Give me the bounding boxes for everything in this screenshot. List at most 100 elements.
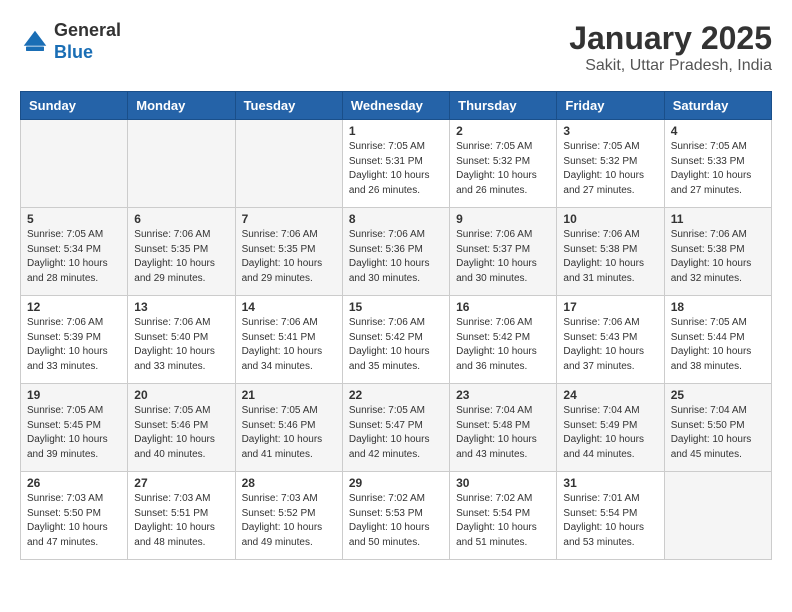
calendar-cell: 7 Sunrise: 7:06 AM Sunset: 5:35 PM Daylig… [235,208,342,296]
day-number: 31 [563,476,657,490]
day-info: Sunrise: 7:01 AM Sunset: 5:54 PM Dayligh… [563,492,657,550]
calendar-cell: 25Sunrise: 7:04 AM Sunset: 5:50 PM Dayli… [664,384,771,472]
day-info: Sunrise: 7:02 AM Sunset: 5:53 PM Dayligh… [349,492,443,550]
day-number: 1 [349,124,443,138]
calendar-body: 1Sunrise: 7:05 AM Sunset: 5:31 PM Daylig… [21,120,772,560]
calendar-cell [21,120,128,208]
calendar-cell: 28 Sunrise: 7:03 AM Sunset: 5:52 PM Dayli… [235,472,342,560]
day-number: 8 [349,212,443,226]
calendar-cell: 26 Sunrise: 7:03 AM Sunset: 5:50 PM Dayli… [21,472,128,560]
day-number: 10 [563,212,657,226]
calendar-cell: 31 Sunrise: 7:01 AM Sunset: 5:54 PM Dayli… [557,472,664,560]
day-info: Sunrise: 7:06 AM Sunset: 5:36 PM Dayligh… [349,228,443,286]
calendar-cell: 22 Sunrise: 7:05 AM Sunset: 5:47 PM Dayli… [342,384,449,472]
day-number: 13 [134,300,228,314]
day-info: Sunrise: 7:05 AM Sunset: 5:32 PM Dayligh… [456,140,550,198]
weekday-header: Tuesday [235,92,342,120]
calendar-cell: 20Sunrise: 7:05 AM Sunset: 5:46 PM Dayli… [128,384,235,472]
day-number: 25 [671,388,765,402]
day-info: Sunrise: 7:05 AM Sunset: 5:33 PM Dayligh… [671,140,765,198]
calendar-cell: 15 Sunrise: 7:06 AM Sunset: 5:42 PM Dayli… [342,296,449,384]
day-info: Sunrise: 7:05 AM Sunset: 5:34 PM Dayligh… [27,228,121,286]
calendar-cell [235,120,342,208]
weekday-header-row: SundayMondayTuesdayWednesdayThursdayFrid… [21,92,772,120]
day-info: Sunrise: 7:04 AM Sunset: 5:49 PM Dayligh… [563,404,657,462]
day-number: 21 [242,388,336,402]
calendar-cell: 30Sunrise: 7:02 AM Sunset: 5:54 PM Dayli… [450,472,557,560]
calendar-cell: 19Sunrise: 7:05 AM Sunset: 5:45 PM Dayli… [21,384,128,472]
day-number: 14 [242,300,336,314]
day-number: 15 [349,300,443,314]
day-info: Sunrise: 7:06 AM Sunset: 5:42 PM Dayligh… [349,316,443,374]
day-number: 11 [671,212,765,226]
calendar-cell: 9Sunrise: 7:06 AM Sunset: 5:37 PM Daylig… [450,208,557,296]
day-info: Sunrise: 7:06 AM Sunset: 5:37 PM Dayligh… [456,228,550,286]
weekday-header: Sunday [21,92,128,120]
day-number: 3 [563,124,657,138]
logo: General Blue [20,20,121,63]
day-info: Sunrise: 7:06 AM Sunset: 5:35 PM Dayligh… [242,228,336,286]
page-header: General Blue January 2025 Sakit, Uttar P… [20,20,772,75]
calendar-cell: 12Sunrise: 7:06 AM Sunset: 5:39 PM Dayli… [21,296,128,384]
calendar-cell: 5 Sunrise: 7:05 AM Sunset: 5:34 PM Daylig… [21,208,128,296]
day-info: Sunrise: 7:05 AM Sunset: 5:47 PM Dayligh… [349,404,443,462]
day-number: 23 [456,388,550,402]
day-number: 16 [456,300,550,314]
day-info: Sunrise: 7:02 AM Sunset: 5:54 PM Dayligh… [456,492,550,550]
calendar-cell: 27Sunrise: 7:03 AM Sunset: 5:51 PM Dayli… [128,472,235,560]
calendar-cell: 11 Sunrise: 7:06 AM Sunset: 5:38 PM Dayli… [664,208,771,296]
day-info: Sunrise: 7:06 AM Sunset: 5:38 PM Dayligh… [671,228,765,286]
calendar-week-row: 1Sunrise: 7:05 AM Sunset: 5:31 PM Daylig… [21,120,772,208]
weekday-header: Saturday [664,92,771,120]
calendar-cell: 13 Sunrise: 7:06 AM Sunset: 5:40 PM Dayli… [128,296,235,384]
day-info: Sunrise: 7:05 AM Sunset: 5:44 PM Dayligh… [671,316,765,374]
calendar-cell: 8 Sunrise: 7:06 AM Sunset: 5:36 PM Daylig… [342,208,449,296]
calendar-table: SundayMondayTuesdayWednesdayThursdayFrid… [20,91,772,560]
calendar-cell: 29 Sunrise: 7:02 AM Sunset: 5:53 PM Dayli… [342,472,449,560]
logo-blue: Blue [54,42,121,64]
day-number: 28 [242,476,336,490]
day-info: Sunrise: 7:06 AM Sunset: 5:35 PM Dayligh… [134,228,228,286]
day-info: Sunrise: 7:05 AM Sunset: 5:46 PM Dayligh… [242,404,336,462]
weekday-header: Friday [557,92,664,120]
calendar-cell: 16 Sunrise: 7:06 AM Sunset: 5:42 PM Dayli… [450,296,557,384]
day-number: 22 [349,388,443,402]
day-info: Sunrise: 7:06 AM Sunset: 5:41 PM Dayligh… [242,316,336,374]
calendar-cell: 23 Sunrise: 7:04 AM Sunset: 5:48 PM Dayli… [450,384,557,472]
day-info: Sunrise: 7:06 AM Sunset: 5:43 PM Dayligh… [563,316,657,374]
day-info: Sunrise: 7:06 AM Sunset: 5:42 PM Dayligh… [456,316,550,374]
day-info: Sunrise: 7:05 AM Sunset: 5:46 PM Dayligh… [134,404,228,462]
weekday-header: Wednesday [342,92,449,120]
day-number: 4 [671,124,765,138]
day-number: 29 [349,476,443,490]
calendar-cell: 21 Sunrise: 7:05 AM Sunset: 5:46 PM Dayli… [235,384,342,472]
calendar-cell: 10Sunrise: 7:06 AM Sunset: 5:38 PM Dayli… [557,208,664,296]
calendar-cell: 4 Sunrise: 7:05 AM Sunset: 5:33 PM Daylig… [664,120,771,208]
day-info: Sunrise: 7:06 AM Sunset: 5:40 PM Dayligh… [134,316,228,374]
calendar-cell: 14 Sunrise: 7:06 AM Sunset: 5:41 PM Dayli… [235,296,342,384]
day-number: 12 [27,300,121,314]
calendar-cell: 3Sunrise: 7:05 AM Sunset: 5:32 PM Daylig… [557,120,664,208]
calendar-cell: 18 Sunrise: 7:05 AM Sunset: 5:44 PM Dayli… [664,296,771,384]
logo-text: General Blue [54,20,121,63]
day-number: 5 [27,212,121,226]
weekday-header: Monday [128,92,235,120]
weekday-header: Thursday [450,92,557,120]
day-info: Sunrise: 7:04 AM Sunset: 5:48 PM Dayligh… [456,404,550,462]
day-info: Sunrise: 7:03 AM Sunset: 5:50 PM Dayligh… [27,492,121,550]
calendar-cell: 17Sunrise: 7:06 AM Sunset: 5:43 PM Dayli… [557,296,664,384]
day-number: 24 [563,388,657,402]
calendar-title: January 2025 [569,20,772,57]
calendar-subtitle: Sakit, Uttar Pradesh, India [569,57,772,75]
calendar-cell [664,472,771,560]
day-info: Sunrise: 7:03 AM Sunset: 5:52 PM Dayligh… [242,492,336,550]
title-block: January 2025 Sakit, Uttar Pradesh, India [569,20,772,75]
day-number: 6 [134,212,228,226]
day-number: 18 [671,300,765,314]
calendar-week-row: 19Sunrise: 7:05 AM Sunset: 5:45 PM Dayli… [21,384,772,472]
day-number: 7 [242,212,336,226]
calendar-cell [128,120,235,208]
day-info: Sunrise: 7:03 AM Sunset: 5:51 PM Dayligh… [134,492,228,550]
day-number: 26 [27,476,121,490]
calendar-header: SundayMondayTuesdayWednesdayThursdayFrid… [21,92,772,120]
